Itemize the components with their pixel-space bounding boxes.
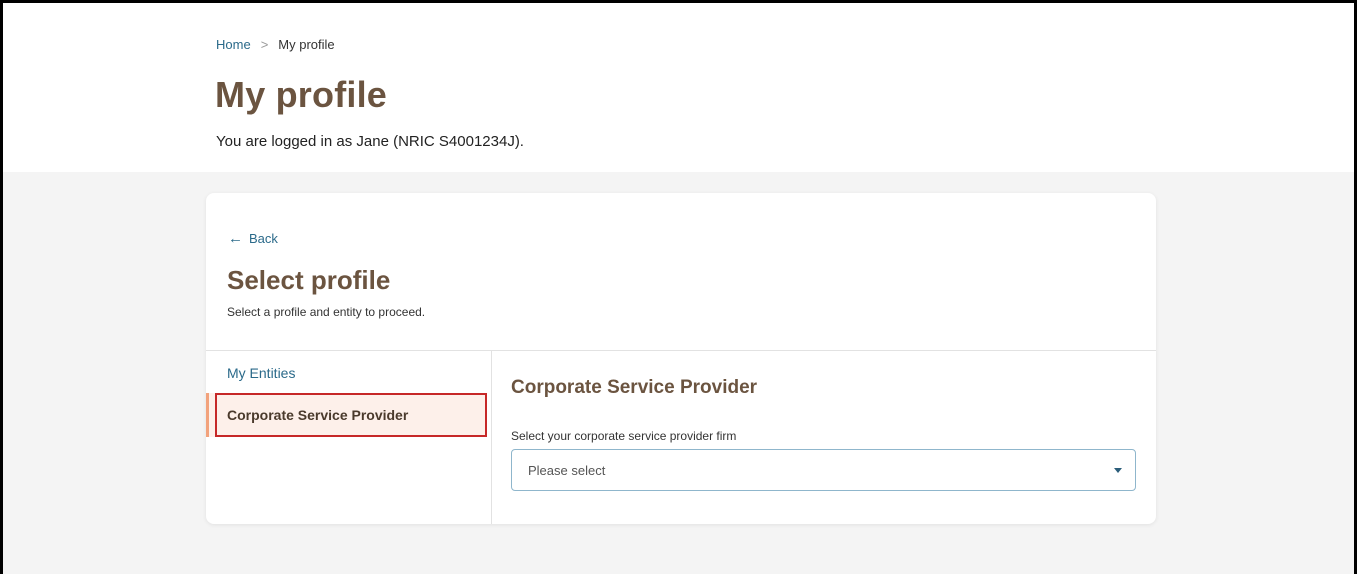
column-divider (491, 351, 492, 524)
csp-firm-label: Select your corporate service provider f… (511, 429, 737, 443)
sidebar-item-label: Corporate Service Provider (227, 407, 409, 423)
arrow-left-icon: ← (228, 230, 243, 247)
breadcrumb-home-link[interactable]: Home (216, 37, 251, 52)
select-profile-card: ← Back Select profile Select a profile a… (206, 193, 1156, 524)
select-placeholder: Please select (528, 463, 606, 478)
csp-firm-select[interactable]: Please select (511, 449, 1136, 491)
breadcrumb-separator-icon: > (260, 37, 269, 52)
section-divider (206, 350, 1156, 351)
content-title: Corporate Service Provider (511, 377, 758, 398)
chevron-down-icon (1114, 468, 1122, 473)
breadcrumb: Home > My profile (216, 37, 335, 52)
page-title: My profile (215, 74, 388, 115)
breadcrumb-current: My profile (278, 37, 335, 52)
page-header: Home > My profile My profile You are log… (0, 0, 1357, 172)
back-link[interactable]: ← Back (228, 231, 278, 246)
back-label: Back (249, 231, 278, 246)
sidebar-heading: My Entities (227, 365, 296, 381)
card-subtitle: Select a profile and entity to proceed. (227, 305, 426, 319)
card-title: Select profile (227, 265, 391, 295)
sidebar-item-corporate-service-provider[interactable]: Corporate Service Provider (206, 393, 487, 437)
logged-in-text: You are logged in as Jane (NRIC S4001234… (216, 133, 524, 150)
